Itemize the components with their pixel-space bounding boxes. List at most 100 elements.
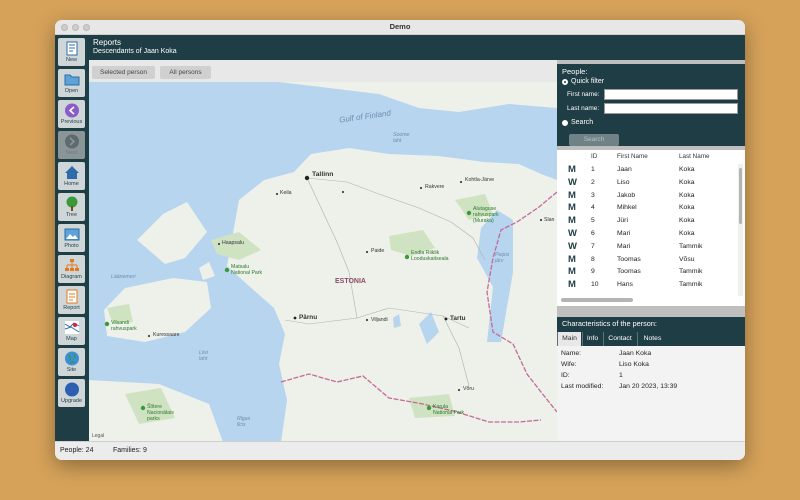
- field-value-last-modified: Jan 20 2023, 13:39: [619, 383, 678, 390]
- sidebar-label-upgrade: Upgrade: [60, 398, 83, 404]
- scrollbar-thumb[interactable]: [739, 168, 742, 224]
- table-row[interactable]: M 8 Toomas Võsu: [557, 254, 737, 267]
- report-title: Reports: [93, 38, 122, 47]
- cell-id: 9: [591, 268, 595, 276]
- gender-glyph: M: [568, 279, 576, 291]
- people-count: People: 24: [60, 447, 94, 454]
- cell-last-name: Tammik: [679, 281, 703, 289]
- home-icon: [64, 166, 79, 179]
- sidebar-button-map[interactable]: Map: [58, 317, 85, 345]
- status-bar: People: 24 Families: 9: [55, 441, 745, 460]
- table-row[interactable]: W 2 Liso Koka: [557, 177, 737, 190]
- table-vertical-scrollbar[interactable]: [738, 164, 743, 296]
- sidebar-button-home[interactable]: Home: [58, 162, 85, 190]
- map-label-rakvere: Rakvere: [425, 184, 445, 190]
- sidebar-label-home: Home: [64, 181, 79, 187]
- sidebar: New Open Previous Next Home Tree Photo D…: [55, 35, 89, 441]
- table-row[interactable]: M 1 Jaan Koka: [557, 164, 737, 177]
- diagram-icon: [64, 259, 79, 271]
- cell-first-name: Mihkel: [617, 204, 637, 212]
- sidebar-label-new: New: [65, 57, 77, 63]
- map-canvas: [89, 82, 557, 442]
- cell-id: 8: [591, 255, 595, 263]
- quick-filter-radio[interactable]: [562, 79, 568, 85]
- table-horizontal-scrollbar[interactable]: [561, 298, 633, 302]
- cell-id: 7: [591, 242, 595, 250]
- cell-last-name: Võsu: [679, 255, 695, 263]
- people-title: People:: [562, 67, 588, 76]
- cell-last-name: Tammik: [679, 242, 703, 250]
- table-row[interactable]: M 10 Hans Tammik: [557, 279, 737, 292]
- sidebar-button-new[interactable]: New: [58, 38, 85, 66]
- map-label-peipsi: Peipsi järv: [495, 252, 510, 264]
- sidebar-label-site: Site: [66, 367, 77, 373]
- last-name-label: Last name:: [567, 105, 600, 112]
- cell-id: 6: [591, 230, 595, 237]
- sidebar-button-next[interactable]: Next: [58, 131, 85, 159]
- map-label-alutaguse: Alutaguse rahvuspark (Muraka): [473, 206, 499, 224]
- report-subtitle: Descendants of Jaan Koka: [93, 48, 177, 55]
- gender-glyph: M: [568, 253, 576, 265]
- cell-first-name: Hans: [617, 281, 633, 289]
- sidebar-button-diagram[interactable]: Diagram: [58, 255, 85, 283]
- table-row[interactable]: M 3 Jakob Koka: [557, 190, 737, 203]
- table-row[interactable]: W 6 Mari Koka: [557, 228, 737, 241]
- sidebar-label-map: Map: [66, 336, 77, 342]
- cell-last-name: Tammik: [679, 268, 703, 276]
- first-name-input[interactable]: [604, 89, 738, 100]
- cell-last-name: Koka: [679, 178, 695, 186]
- tab-info[interactable]: Info: [582, 332, 602, 346]
- map-label-endla: Endla Riiklik Looduskaitseala: [411, 250, 449, 262]
- cell-id: 10: [591, 281, 599, 289]
- map-label-karula: Karula National Park: [433, 404, 465, 416]
- last-name-input[interactable]: [604, 103, 738, 114]
- table-row[interactable]: W 7 Mari Tammik: [557, 241, 737, 254]
- map-label-laanemeri: Läänemeri: [111, 274, 136, 280]
- table-row[interactable]: M 4 Mihkel Koka: [557, 202, 737, 215]
- report-header: Reports Descendants of Jaan Koka: [89, 35, 745, 60]
- sidebar-label-report: Report: [63, 305, 80, 311]
- folder-icon: [64, 74, 79, 86]
- map-label-tallinn: Tallinn: [312, 171, 334, 178]
- map-label-voru: Võru: [463, 386, 474, 392]
- first-name-label: First name:: [567, 91, 600, 98]
- previous-icon: [64, 103, 79, 118]
- selected-person-button[interactable]: Selected person: [92, 66, 155, 79]
- map-view[interactable]: Gulf of Finland Soome laht Tallinn Kohtl…: [89, 82, 557, 442]
- cell-first-name: Mari: [617, 242, 631, 250]
- all-persons-button[interactable]: All persons: [160, 66, 211, 79]
- column-header-last-name[interactable]: Last Name: [679, 150, 709, 164]
- sidebar-button-site[interactable]: Site: [58, 348, 85, 376]
- sidebar-label-open: Open: [64, 88, 79, 94]
- window-title: Demo: [389, 22, 411, 31]
- sidebar-button-report[interactable]: Report: [58, 286, 85, 314]
- column-header-id[interactable]: ID: [591, 150, 597, 164]
- gender-glyph: W: [568, 228, 577, 239]
- table-row[interactable]: M 9 Toomas Tammik: [557, 266, 737, 279]
- sidebar-button-previous[interactable]: Previous: [58, 100, 85, 128]
- search-radio[interactable]: [562, 120, 568, 126]
- tree-icon: [66, 196, 77, 211]
- sidebar-button-upgrade[interactable]: Upgrade: [58, 379, 85, 407]
- gender-glyph: M: [568, 164, 576, 175]
- cell-last-name: Koka: [679, 230, 695, 237]
- cell-first-name: Jüri: [617, 217, 628, 225]
- sidebar-button-tree[interactable]: Tree: [58, 193, 85, 221]
- cell-id: 5: [591, 217, 595, 225]
- tab-main[interactable]: Main: [557, 332, 581, 346]
- sidebar-button-open[interactable]: Open: [58, 69, 85, 97]
- tab-contact[interactable]: Contact: [603, 332, 636, 346]
- field-value-id: 1: [619, 372, 623, 379]
- sidebar-label-diagram: Diagram: [61, 274, 82, 280]
- sidebar-label-previous: Previous: [60, 119, 83, 125]
- search-radio-label: Search: [571, 119, 594, 126]
- cell-first-name: Toomas: [617, 255, 641, 263]
- sidebar-button-photo[interactable]: Photo: [58, 224, 85, 252]
- tab-notes[interactable]: Notes: [637, 332, 667, 346]
- cell-id: 2: [591, 178, 595, 186]
- table-row[interactable]: M 5 Jüri Koka: [557, 215, 737, 228]
- characteristics-title: Characteristics of the person:: [557, 317, 745, 331]
- search-button[interactable]: Search: [569, 134, 619, 146]
- column-header-first-name[interactable]: First Name: [617, 150, 648, 164]
- map-legal-link[interactable]: Legal: [92, 433, 104, 439]
